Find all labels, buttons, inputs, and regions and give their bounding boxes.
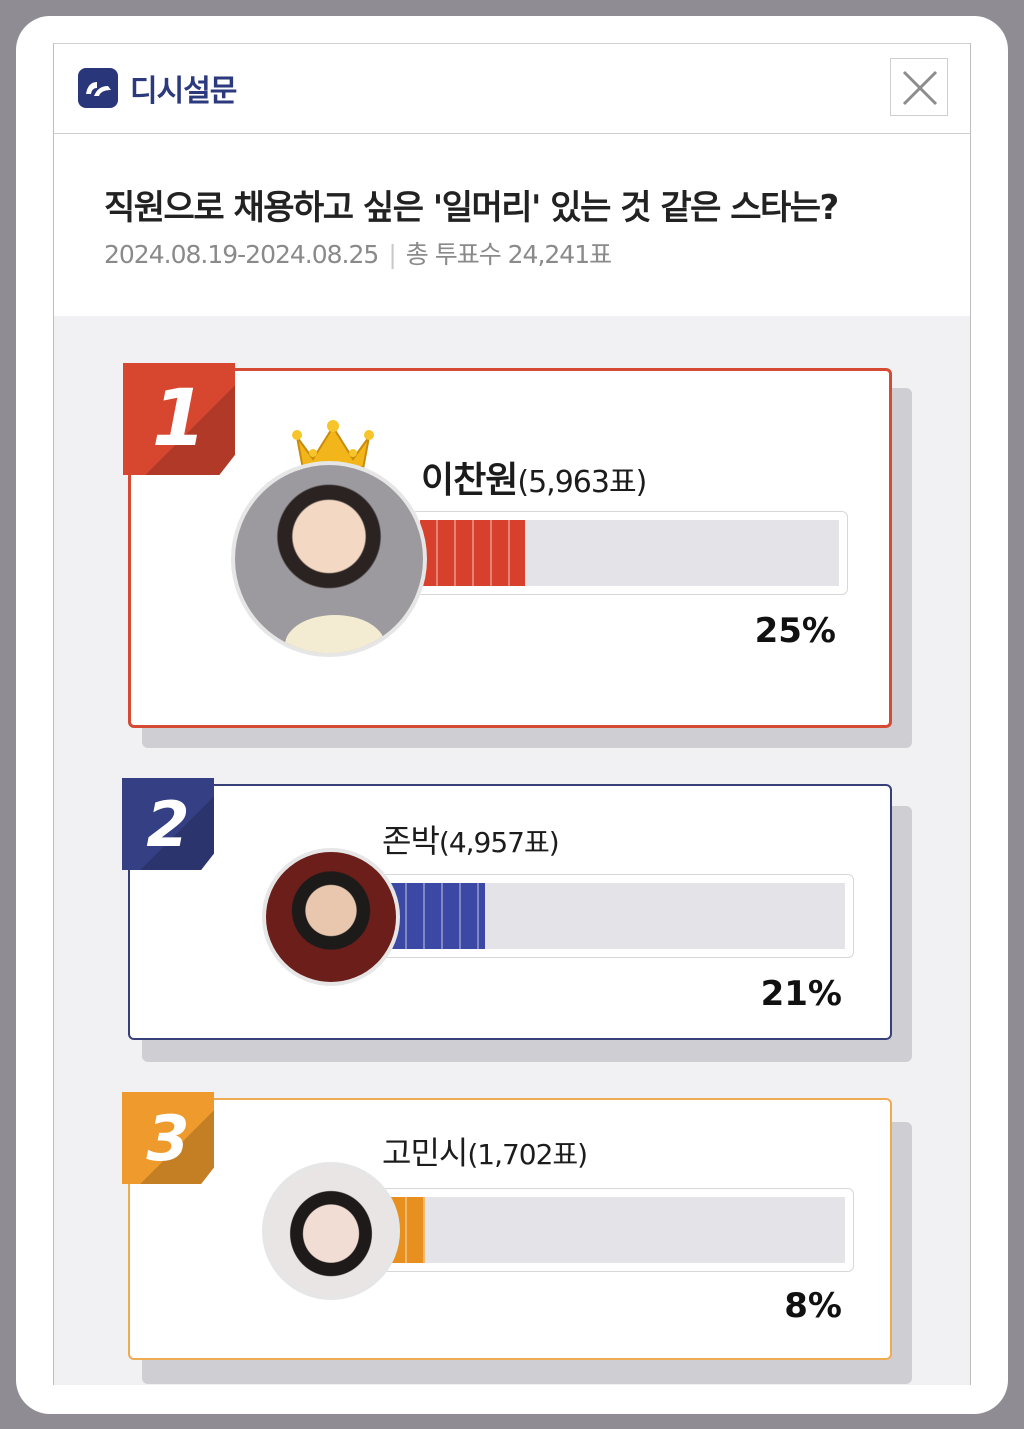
percent-label: 8% — [784, 1286, 842, 1326]
progress-fill — [389, 883, 485, 949]
candidate-name-text: 이찬원 — [421, 460, 518, 501]
candidate-votes: (1,702표) — [467, 1138, 588, 1171]
progress-track — [411, 511, 848, 595]
dc-logo-icon — [78, 68, 118, 108]
results-list: 1 이찬원(5,963표) 25% 2 존박(4,957표) 21% 3 고민시… — [54, 316, 970, 1385]
progress-bar — [420, 520, 839, 586]
candidate-name: 고민시(1,702표) — [382, 1128, 588, 1174]
candidate-avatar — [231, 461, 427, 657]
poll-meta: 2024.08.19-2024.08.25 | 총 투표수 24,241표 — [104, 235, 612, 271]
candidate-name: 이찬원(5,963표) — [421, 451, 647, 503]
poll-period: 2024.08.19-2024.08.25 — [104, 240, 379, 269]
progress-track — [380, 1188, 854, 1272]
candidate-votes: (5,963표) — [517, 465, 647, 500]
rank-badge: 2 — [122, 778, 214, 870]
progress-bar — [389, 883, 845, 949]
percent-label: 21% — [760, 974, 842, 1014]
progress-track — [380, 874, 854, 958]
percent-label: 25% — [754, 611, 836, 651]
header: 디시설문 — [54, 44, 970, 134]
close-button[interactable] — [890, 58, 948, 116]
poll-panel: 디시설문 직원으로 채용하고 싶은 '일머리' 있는 것 같은 스타는? 202… — [53, 43, 971, 1385]
candidate-votes: (4,957표) — [438, 826, 560, 859]
candidate-name-text: 고민시 — [382, 1134, 468, 1172]
result-card-2[interactable]: 2 존박(4,957표) 21% — [122, 778, 892, 1040]
progress-bar — [389, 1197, 845, 1263]
candidate-avatar — [262, 848, 400, 986]
meta-separator: | — [388, 240, 397, 269]
brand-title: 디시설문 — [130, 74, 237, 109]
close-icon — [902, 70, 938, 106]
poll-title: 직원으로 채용하고 싶은 '일머리' 있는 것 같은 스타는? — [104, 188, 839, 228]
result-card-1[interactable]: 1 이찬원(5,963표) 25% — [123, 363, 892, 728]
candidate-name: 존박(4,957표) — [382, 816, 560, 862]
result-card-3[interactable]: 3 고민시(1,702표) 8% — [122, 1092, 892, 1360]
avatar-shirt — [285, 615, 385, 653]
candidate-name-text: 존박 — [382, 822, 440, 860]
progress-fill — [420, 520, 525, 586]
poll-total-votes: 총 투표수 24,241표 — [405, 240, 612, 269]
rank-badge: 3 — [122, 1092, 214, 1184]
rank-badge: 1 — [123, 363, 235, 475]
candidate-avatar — [262, 1162, 400, 1300]
